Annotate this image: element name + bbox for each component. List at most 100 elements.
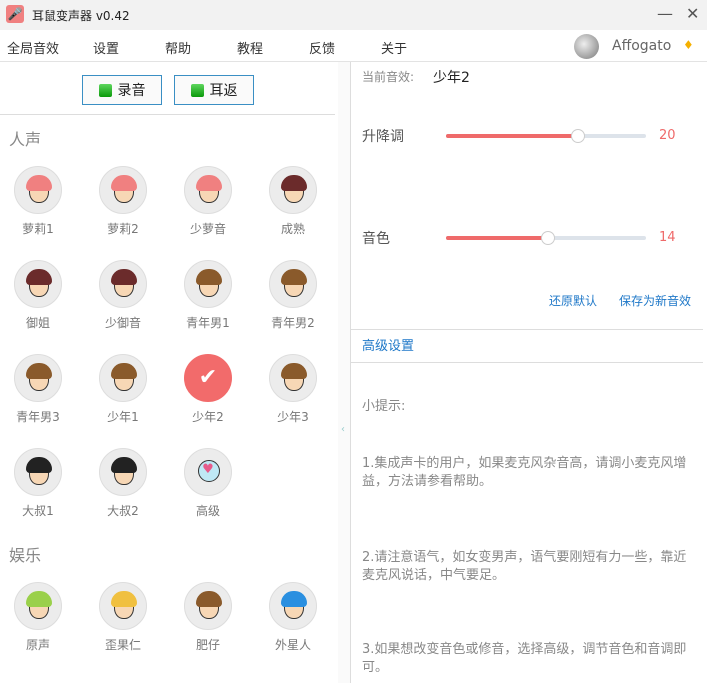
vip-diamond-icon: ♦ xyxy=(683,38,694,52)
user-avatar[interactable] xyxy=(574,34,599,59)
avatar-face-icon xyxy=(14,582,62,630)
voice-label: 萝莉2 xyxy=(107,222,139,236)
tips-title: 小提示: xyxy=(362,399,406,414)
heart-icon: ♥ xyxy=(184,448,232,496)
current-effect-value: 少年2 xyxy=(433,70,470,86)
led-icon xyxy=(190,83,204,97)
voice-human_voices-14[interactable]: ♥ 高级 xyxy=(168,448,248,519)
avatar-face-icon xyxy=(14,354,62,402)
voice-human_voices-10[interactable]: ✔ 少年2 xyxy=(168,354,248,425)
voice-label: 成熟 xyxy=(280,222,305,236)
avatar-face-icon xyxy=(14,166,62,214)
voice-human_voices-4[interactable]: 御姐 xyxy=(0,260,78,331)
avatar-face-icon xyxy=(184,582,232,630)
avatar-face-icon xyxy=(99,260,147,308)
menu-help[interactable]: 帮助 xyxy=(165,38,191,57)
voice-label: 外星人 xyxy=(274,638,311,652)
divider xyxy=(351,329,703,330)
title-bar: 🎤 耳鼠变声器 v0.42 — ✕ xyxy=(0,0,707,30)
avatar-face-icon xyxy=(184,260,232,308)
avatar-face-icon xyxy=(269,582,317,630)
avatar-face-icon xyxy=(269,260,317,308)
monitor-button[interactable]: 耳返 xyxy=(174,75,254,105)
voice-human_voices-5[interactable]: 少御音 xyxy=(83,260,163,331)
panel-scrollbar[interactable]: ‹ xyxy=(338,62,350,683)
voice-human_voices-1[interactable]: 萝莉2 xyxy=(83,166,163,237)
voice-label: 肥仔 xyxy=(195,638,220,652)
monitor-label: 耳返 xyxy=(209,83,238,99)
voice-human_voices-11[interactable]: 少年3 xyxy=(253,354,333,425)
save-new-effect-link[interactable]: 保存为新音效 xyxy=(619,292,691,309)
voice-fun_voices-1[interactable]: 歪果仁 xyxy=(83,582,163,653)
divider xyxy=(0,114,335,115)
avatar-face-icon xyxy=(269,166,317,214)
record-button[interactable]: 录音 xyxy=(82,75,162,105)
voice-label: 少年1 xyxy=(107,410,139,424)
username[interactable]: Affogato xyxy=(612,38,671,54)
settings-panel: 当前音效: 少年2 升降调 20 音色 14 还原默认 保存为新音效 高级设置 … xyxy=(351,62,707,683)
menu-bar: 全局音效 设置 帮助 教程 反馈 关于 xyxy=(0,30,707,62)
avatar-face-icon xyxy=(184,166,232,214)
avatar-face-icon xyxy=(14,260,62,308)
timbre-value: 14 xyxy=(659,230,676,245)
voice-human_voices-0[interactable]: 萝莉1 xyxy=(0,166,78,237)
pitch-label: 升降调 xyxy=(362,129,404,145)
voice-label: 高级 xyxy=(195,504,220,518)
section-human: 人声 xyxy=(9,130,42,149)
timbre-slider[interactable] xyxy=(446,231,646,245)
voice-label: 青年男1 xyxy=(186,316,230,330)
voice-label: 御姐 xyxy=(25,316,50,330)
avatar-face-icon xyxy=(269,354,317,402)
voice-human_voices-7[interactable]: 青年男2 xyxy=(253,260,333,331)
voice-label: 大叔2 xyxy=(107,504,139,518)
voice-human_voices-2[interactable]: 少萝音 xyxy=(168,166,248,237)
divider xyxy=(351,362,703,363)
record-label: 录音 xyxy=(117,83,146,99)
selected-check-icon: ✔ xyxy=(184,354,232,402)
avatar-face-icon xyxy=(99,582,147,630)
avatar-face-icon xyxy=(99,354,147,402)
timbre-slider-handle[interactable] xyxy=(541,231,555,245)
menu-feedback[interactable]: 反馈 xyxy=(309,38,335,57)
pitch-slider-handle[interactable] xyxy=(571,129,585,143)
menu-global-effects[interactable]: 全局音效 xyxy=(7,38,59,57)
voice-label: 青年男3 xyxy=(16,410,60,424)
voice-human_voices-8[interactable]: 青年男3 xyxy=(0,354,78,425)
voice-panel: 录音 耳返 人声 萝莉1 萝莉2 少萝音 成熟御姐 少御音 青年男1 青年男2 青年男3 少年1… xyxy=(0,62,338,683)
menu-tutorial[interactable]: 教程 xyxy=(237,38,263,57)
voice-human_voices-12[interactable]: 大叔1 xyxy=(0,448,78,519)
voice-label: 少年3 xyxy=(277,410,309,424)
section-fun: 娱乐 xyxy=(9,546,42,565)
voice-human_voices-9[interactable]: 少年1 xyxy=(83,354,163,425)
avatar-face-icon xyxy=(14,448,62,496)
window-title: 耳鼠变声器 v0.42 xyxy=(32,9,130,23)
menu-about[interactable]: 关于 xyxy=(381,38,407,57)
tip-3: 3.如果想改变音色或修音，选择高级，调节音色和音调即可。 xyxy=(362,642,687,675)
voice-label: 少御音 xyxy=(104,316,141,330)
voice-fun_voices-2[interactable]: 肥仔 xyxy=(168,582,248,653)
voice-label: 歪果仁 xyxy=(104,638,141,652)
voice-label: 少年2 xyxy=(192,410,224,424)
voice-fun_voices-3[interactable]: 外星人 xyxy=(253,582,333,653)
close-button[interactable]: ✕ xyxy=(686,4,699,23)
voice-human_voices-3[interactable]: 成熟 xyxy=(253,166,333,237)
tip-2: 2.请注意语气，如女变男声，语气要刚短有力一些，靠近麦克风说话，中气要足。 xyxy=(362,550,687,583)
voice-label: 原声 xyxy=(25,638,50,652)
voice-fun_voices-0[interactable]: 原声 xyxy=(0,582,78,653)
microphone-icon: 🎤 xyxy=(6,5,24,23)
led-icon xyxy=(98,83,112,97)
voice-label: 青年男2 xyxy=(271,316,315,330)
voice-human_voices-13[interactable]: 大叔2 xyxy=(83,448,163,519)
pitch-slider[interactable] xyxy=(446,129,646,143)
pitch-value: 20 xyxy=(659,128,676,143)
reset-default-link[interactable]: 还原默认 xyxy=(549,292,597,309)
voice-label: 少萝音 xyxy=(189,222,226,236)
voice-human_voices-6[interactable]: 青年男1 xyxy=(168,260,248,331)
avatar-face-icon xyxy=(99,166,147,214)
advanced-settings-link[interactable]: 高级设置 xyxy=(362,335,414,354)
voice-label: 萝莉1 xyxy=(22,222,54,236)
tip-1: 1.集成声卡的用户，如果麦克风杂音高，请调小麦克风增益，方法请参看帮助。 xyxy=(362,456,687,489)
current-effect-label: 当前音效: xyxy=(362,70,415,84)
menu-settings[interactable]: 设置 xyxy=(93,38,119,57)
minimize-button[interactable]: — xyxy=(657,4,673,23)
